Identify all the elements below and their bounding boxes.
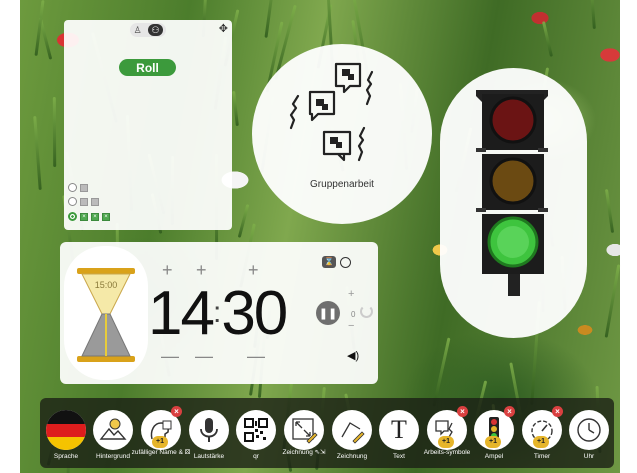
drawing-icon <box>341 422 365 444</box>
drawing-fullscreen-button[interactable] <box>284 410 324 450</box>
timer-minutes: 14 <box>148 279 215 348</box>
option-single[interactable] <box>68 183 88 192</box>
count-badge: +1 <box>438 436 454 448</box>
count-badge: +1 <box>485 436 501 448</box>
drawing-expand-icon <box>292 418 318 444</box>
remove-badge[interactable]: × <box>504 406 515 417</box>
dice-icon <box>80 183 88 192</box>
reset-icon[interactable] <box>360 305 373 318</box>
text-icon: T <box>391 415 407 444</box>
group-work-label: Gruppenarbeit <box>310 179 374 190</box>
count-badge: +1 <box>533 436 549 448</box>
dice-icon <box>91 197 99 206</box>
text-button[interactable]: T <box>379 410 419 450</box>
dice-icon: × <box>102 212 110 221</box>
seconds-minus-button[interactable]: — <box>247 346 265 367</box>
yellow-lamp <box>489 157 537 205</box>
clock-icon <box>577 418 601 442</box>
roll-button[interactable]: Roll <box>119 59 176 76</box>
clock-button[interactable] <box>569 410 609 450</box>
radio-button[interactable] <box>68 197 77 206</box>
count-badge: +1 <box>152 436 168 448</box>
drawing-button[interactable] <box>332 410 372 450</box>
minutes-tens-minus-button[interactable]: — <box>161 346 179 367</box>
remove-badge[interactable]: × <box>552 406 563 417</box>
hourglass-icon <box>77 268 135 362</box>
germany-flag-icon <box>46 410 86 450</box>
qr-code-icon <box>244 418 268 442</box>
small-plus-button[interactable]: + <box>348 288 354 300</box>
traffic-light-icon <box>476 90 548 296</box>
volume-button[interactable] <box>189 410 229 450</box>
group-work-widget[interactable]: Gruppenarbeit <box>252 44 432 224</box>
remove-badge[interactable]: × <box>457 406 468 417</box>
timer-panel: 15:00 + + + 14:30 — — — ⌛ ❚❚ + 0 − ◀) <box>60 242 378 384</box>
small-counter: 0 <box>351 310 356 319</box>
dice-icon: × <box>91 212 99 221</box>
group-icon[interactable]: ⚇ <box>148 24 163 36</box>
option-double[interactable] <box>68 197 99 206</box>
timer-display: 14:30 <box>148 278 288 349</box>
small-minus-button[interactable]: − <box>348 320 354 332</box>
minutes-ones-minus-button[interactable]: — <box>195 346 213 367</box>
microphone-icon <box>200 418 218 442</box>
grass-blade <box>52 97 57 167</box>
toolbar-label: Uhr <box>583 453 595 460</box>
hourglass-time: 15:00 <box>94 280 118 290</box>
option-triple[interactable]: × × × <box>68 212 110 221</box>
group-work-icon <box>289 62 374 162</box>
stopwatch-mode-icon[interactable] <box>340 256 351 268</box>
name-picker-panel: ♙ ⚇ ✥ Roll × × × <box>64 20 232 230</box>
background-button[interactable] <box>93 410 133 450</box>
dice-icon <box>80 197 88 206</box>
speaker-icon[interactable]: ◀) <box>347 349 359 362</box>
red-lamp <box>489 96 537 144</box>
language-button[interactable] <box>46 410 86 450</box>
qr-button[interactable] <box>236 410 276 450</box>
move-icon[interactable]: ✥ <box>219 22 228 35</box>
timer-mode-toggle[interactable]: ⌛ <box>322 256 351 268</box>
hourglass-widget[interactable]: 15:00 <box>64 246 148 380</box>
radio-button-selected[interactable] <box>68 212 77 221</box>
dice-icon: × <box>80 212 88 221</box>
pause-button[interactable]: ❚❚ <box>316 301 340 325</box>
radio-button[interactable] <box>68 183 77 192</box>
hourglass-mode-icon[interactable]: ⌛ <box>322 256 336 268</box>
landscape-icon <box>99 418 127 440</box>
mode-toggle[interactable]: ♙ ⚇ <box>130 23 166 37</box>
remove-badge[interactable]: × <box>171 406 182 417</box>
bottom-toolbar: Sprache Hintergrund × +1 zufälliger Name… <box>40 398 614 468</box>
traffic-light-widget[interactable] <box>440 68 587 338</box>
timer-seconds: 30 <box>221 279 288 348</box>
person-icon[interactable]: ♙ <box>133 25 141 36</box>
